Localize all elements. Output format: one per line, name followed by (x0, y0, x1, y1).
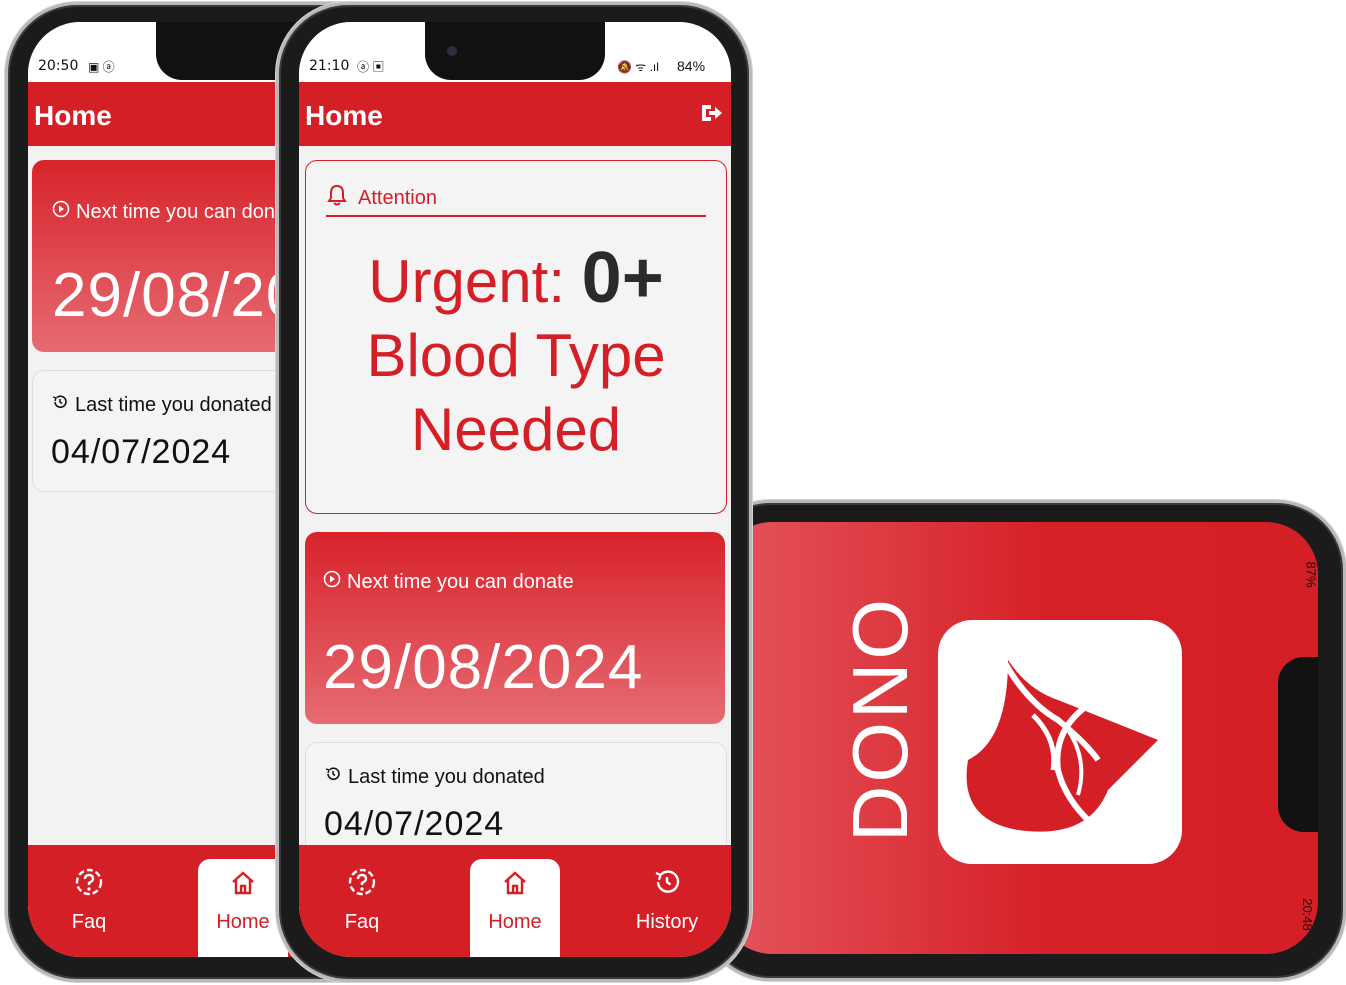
nav-faq-label: Faq (344, 911, 380, 933)
notification-icons: ⓐ ▣ (357, 60, 385, 74)
history-icon (622, 867, 712, 903)
status-time: 21:10 (309, 58, 350, 74)
history-icon (51, 393, 69, 417)
next-donation-label: Next time you can donate (347, 570, 574, 593)
home-icon (198, 869, 288, 903)
nav-history-label: History (635, 911, 699, 933)
home-screen-center: 21:10 ⓐ ▣ 🔕 ᯤ .ıl 84% Home Attention Urg… (299, 22, 731, 957)
nav-home-label: Home (488, 911, 542, 933)
attention-header: Attention (326, 181, 706, 217)
gallery-icon: ▣ ⓐ (88, 60, 115, 74)
faq-icon (44, 867, 134, 903)
play-circle-icon (52, 200, 70, 224)
battery-level: 84% (677, 58, 706, 74)
nav-faq[interactable]: Faq (317, 867, 407, 934)
bell-icon (326, 183, 348, 213)
page-title: Home (34, 100, 112, 131)
camera (447, 46, 457, 56)
splash-screen: DONO 87% 20:48 (720, 522, 1318, 954)
notch-landscape (1278, 657, 1318, 832)
page-title: Home (305, 100, 383, 131)
hands-blood-drop-icon (966, 648, 1158, 843)
status-time: 20:48 (1300, 898, 1316, 931)
nav-faq-label: Faq (71, 911, 107, 933)
play-circle-icon (323, 570, 341, 594)
next-donation-card: Next time you can donate 29/08/2024 (305, 532, 725, 724)
next-donation-date: 29/08/2024 (323, 633, 644, 702)
nav-home[interactable]: Home (198, 859, 288, 957)
nav-faq[interactable]: Faq (44, 867, 134, 934)
last-donation-date: 04/07/2024 (51, 433, 232, 471)
history-icon (324, 765, 342, 789)
app-logo (938, 620, 1182, 864)
signal-icons: 🔕 ᯤ .ıl (617, 60, 659, 74)
urgent-message: Urgent: 0+ Blood Type Needed (306, 241, 726, 467)
app-bar: Home (299, 82, 731, 146)
nav-history[interactable]: History (622, 867, 712, 934)
nav-home[interactable]: Home (470, 859, 560, 957)
urgent-line3: Needed (410, 396, 622, 463)
last-donation-date: 04/07/2024 (324, 805, 505, 843)
urgent-alert-card: Attention Urgent: 0+ Blood Type Needed (305, 160, 727, 514)
bottom-nav: Faq Home History (299, 845, 731, 957)
urgent-prefix: Urgent: (368, 248, 565, 315)
status-bar: 21:10 ⓐ ▣ 🔕 ᯤ .ıl 84% (299, 22, 731, 82)
faq-icon (317, 867, 407, 903)
nav-home-label: Home (216, 911, 270, 933)
last-donation-label: Last time you donated (348, 765, 545, 788)
home-icon (470, 869, 560, 903)
blood-type: 0+ (581, 238, 664, 318)
app-name-text: DONO (836, 596, 924, 842)
last-donation-label: Last time you donated (75, 393, 272, 416)
status-battery: 87% (1303, 561, 1318, 588)
logout-icon[interactable] (699, 100, 725, 131)
attention-label: Attention (358, 186, 437, 209)
next-donation-label: Next time you can donate (76, 200, 303, 223)
notch (425, 22, 605, 80)
urgent-line2: Blood Type (366, 322, 666, 389)
status-time: 20:50 (38, 58, 79, 74)
